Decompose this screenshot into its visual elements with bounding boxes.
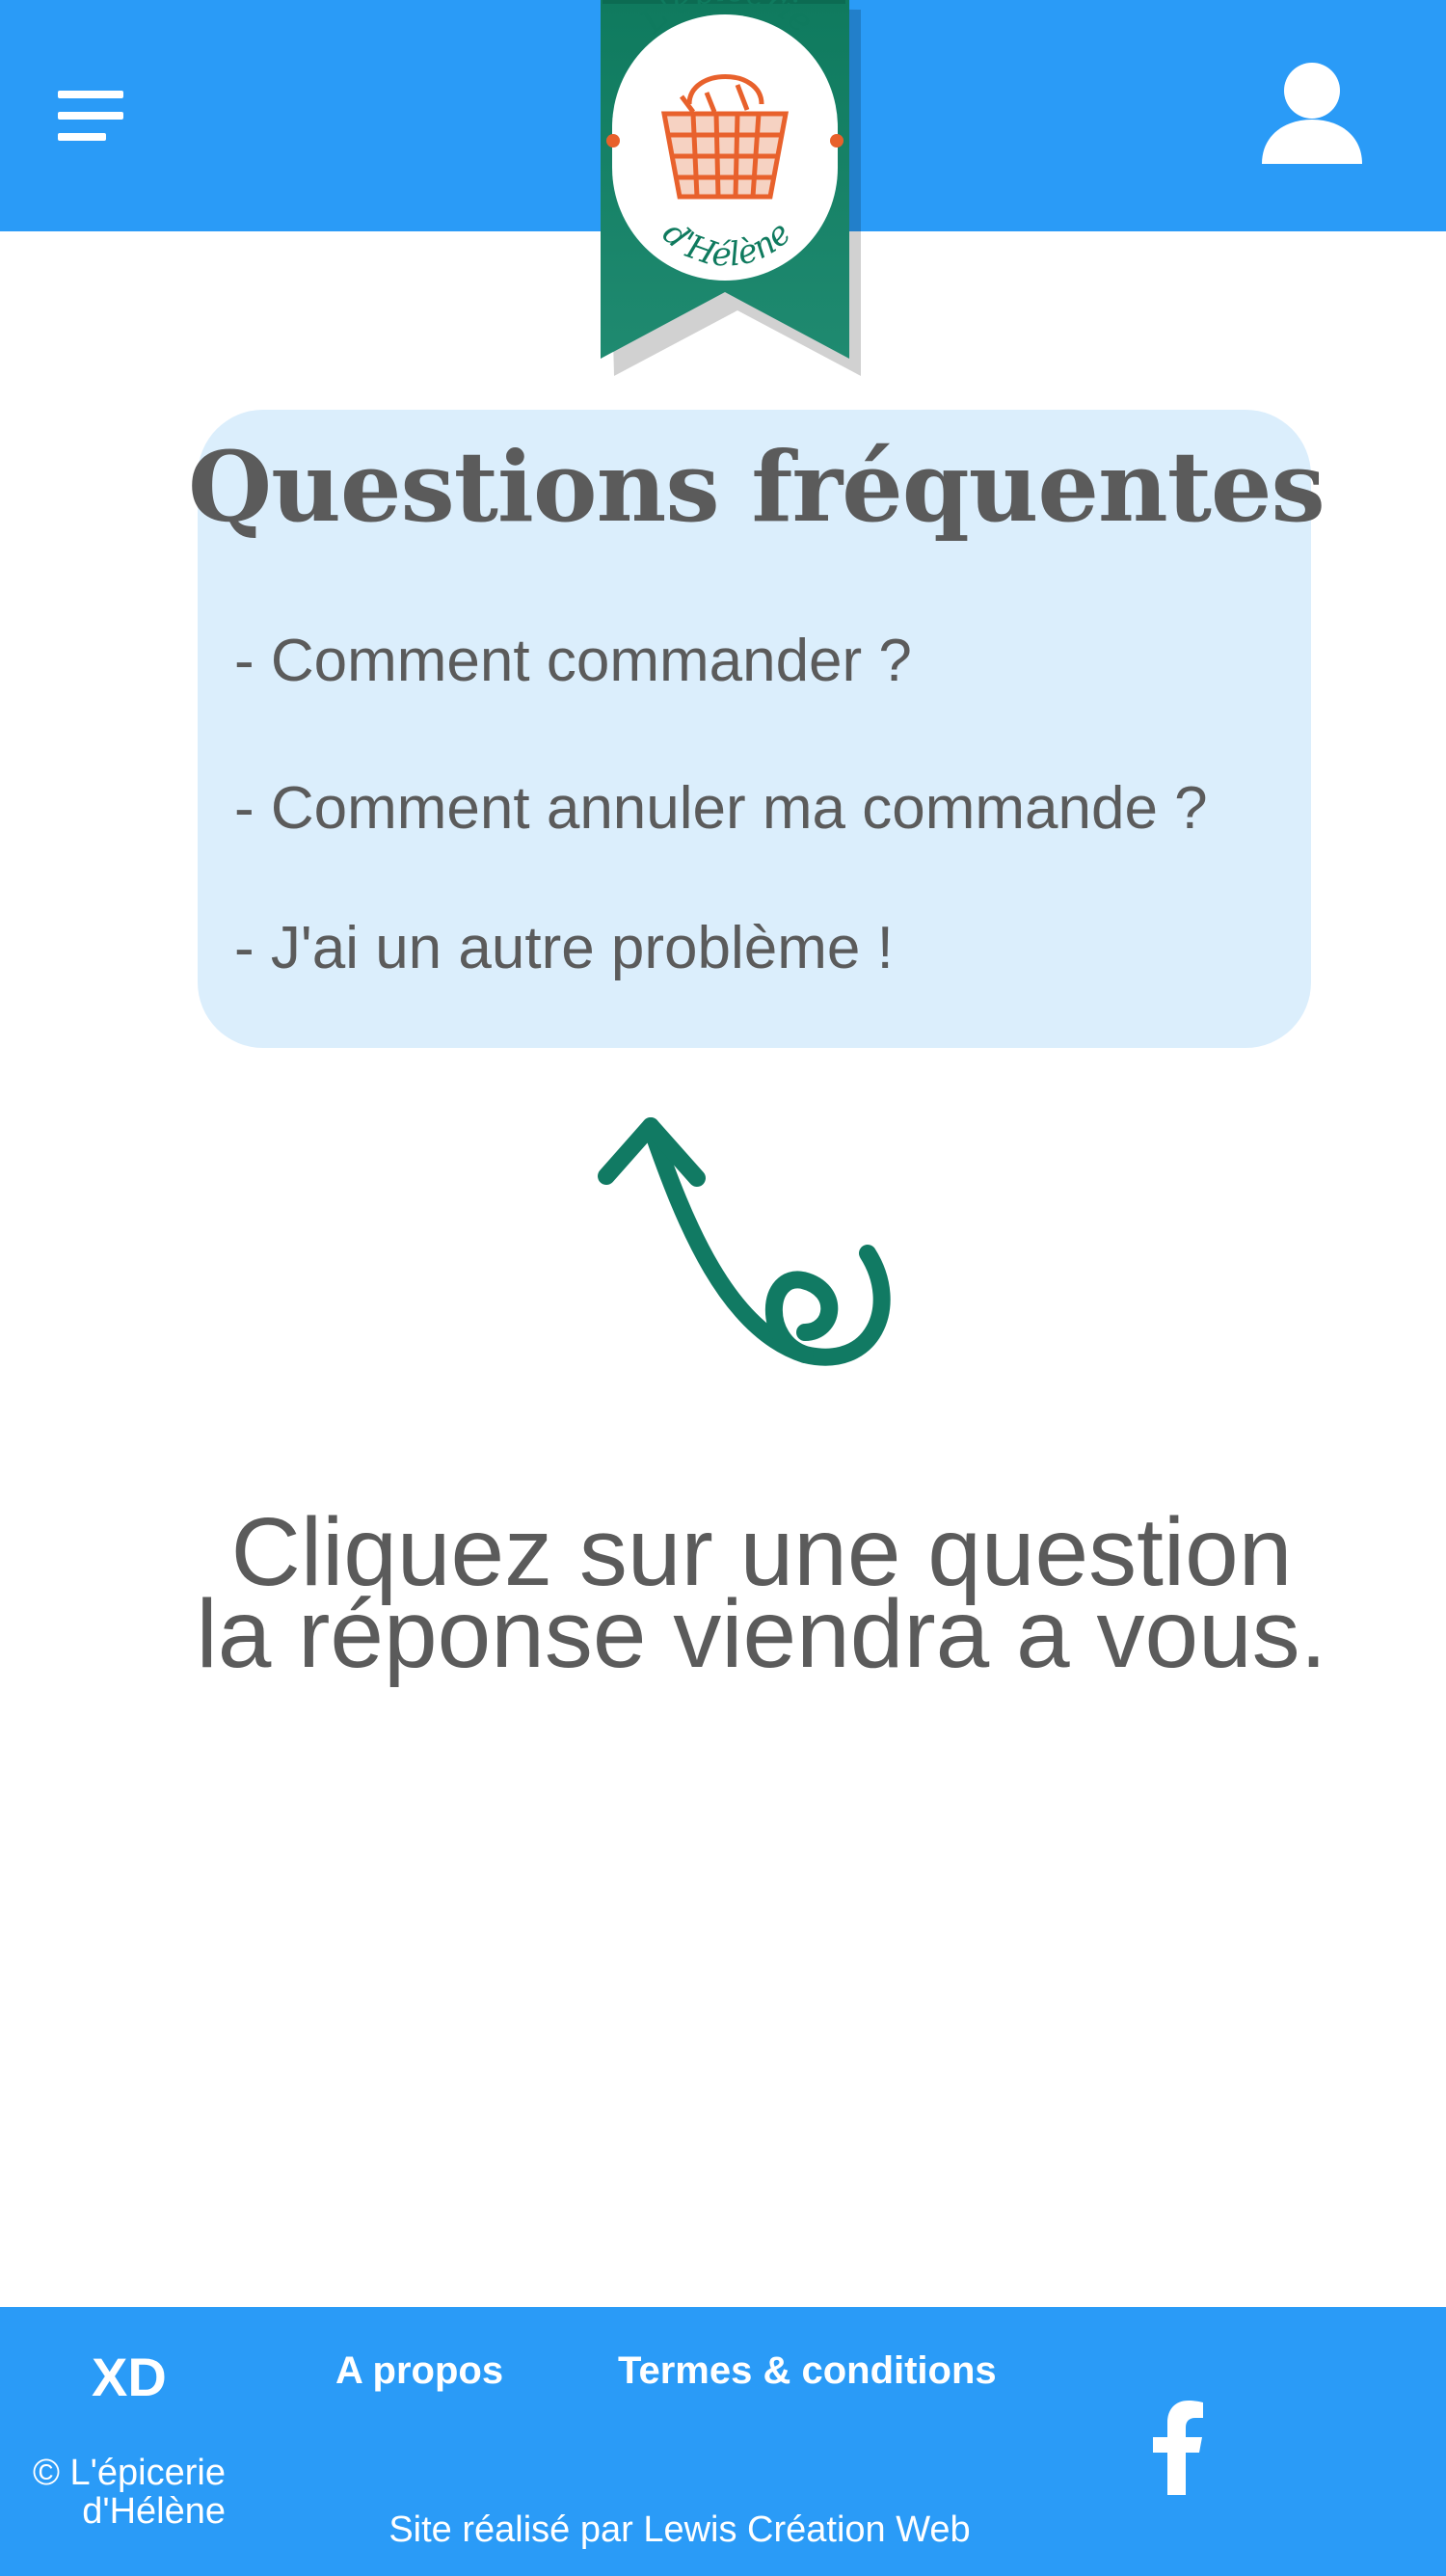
menu-button[interactable] (58, 87, 127, 147)
footer-link-about[interactable]: A propos (335, 2349, 503, 2393)
faq-question-how-to-order[interactable]: - Comment commander ? (234, 631, 912, 691)
faq-question-cancel-order[interactable]: - Comment annuler ma commande ? (234, 779, 1208, 839)
user-account-button[interactable] (1258, 60, 1366, 168)
facebook-icon[interactable] (1147, 2399, 1205, 2495)
curly-arrow-up-icon (598, 1117, 891, 1366)
user-account-icon (1262, 63, 1362, 164)
page-title: Questions fréquentes (188, 430, 1326, 544)
copyright-line-1: © L'épicerie (32, 2453, 226, 2493)
site-logo[interactable]: L'épicerie d'Hélène (593, 0, 863, 386)
footer-credit: Site réalisé par Lewis Création Web (388, 2509, 971, 2550)
footer-brand-link[interactable]: XD (92, 2346, 167, 2408)
site-footer: XD A propos Termes & conditions © L'épic… (0, 2307, 1446, 2576)
hamburger-menu-icon (58, 91, 123, 141)
hint-line-2: la réponse viendra a vous. (196, 1580, 1327, 1688)
faq-question-other-problem[interactable]: - J'ai un autre problème ! (234, 919, 894, 979)
footer-link-terms[interactable]: Termes & conditions (618, 2349, 997, 2393)
